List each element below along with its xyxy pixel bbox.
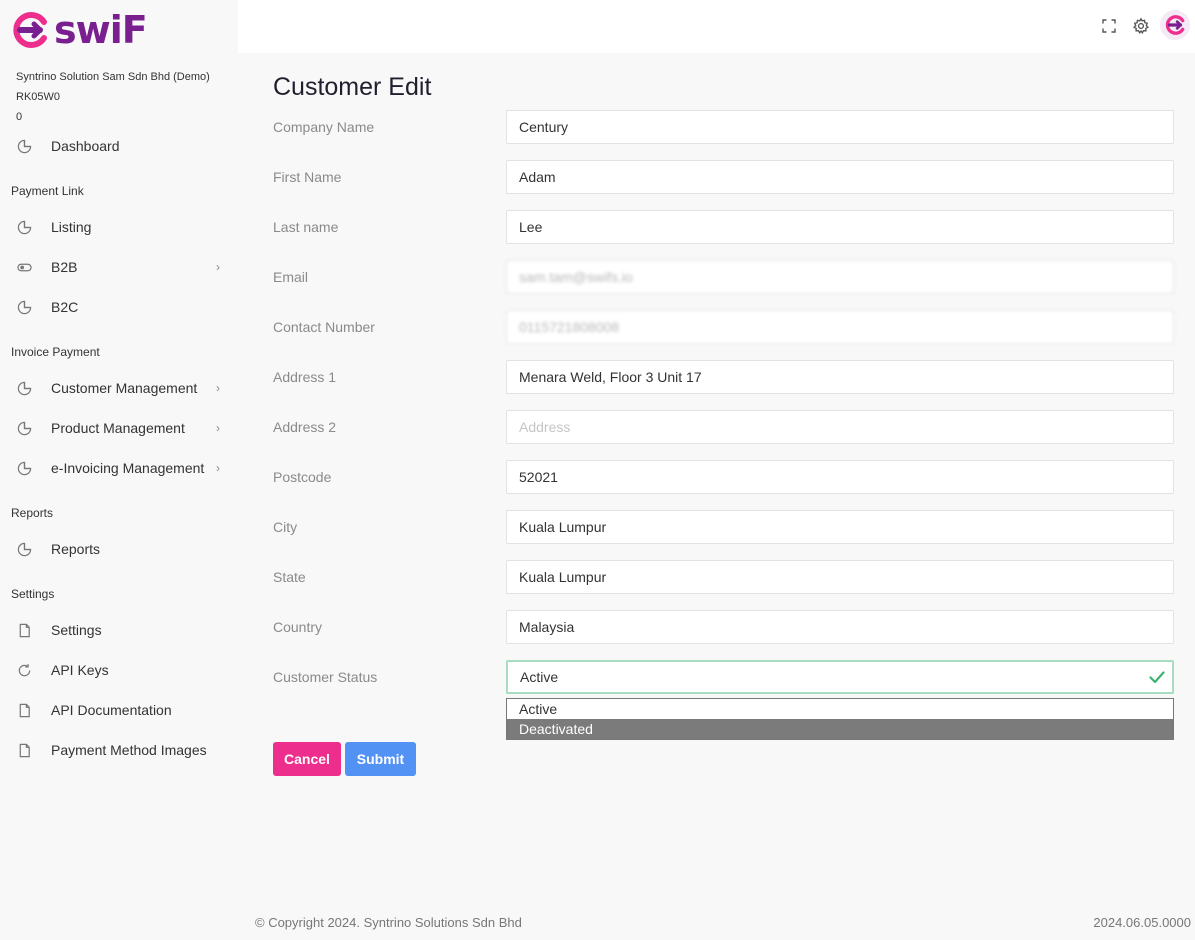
sidebar-item-payment-method-images[interactable]: Payment Method Images	[0, 730, 238, 770]
first-name-label: First Name	[273, 169, 342, 185]
contact-number-input[interactable]	[506, 310, 1174, 344]
address2-input[interactable]	[506, 410, 1174, 444]
sidebar-item-api-docs[interactable]: API Documentation	[0, 690, 238, 730]
sidebar-item-listing[interactable]: Listing	[0, 207, 238, 247]
pie-chart-icon	[16, 420, 32, 436]
email-input[interactable]	[506, 260, 1174, 294]
pie-chart-icon	[16, 299, 32, 315]
org-balance: 0	[16, 111, 23, 123]
customer-status-dropdown: Active Deactivated	[506, 698, 1174, 740]
status-option-deactivated[interactable]: Deactivated	[507, 719, 1173, 739]
chevron-right-icon: ›	[216, 260, 220, 274]
postcode-label: Postcode	[273, 469, 332, 485]
check-icon	[1148, 668, 1166, 689]
address2-label: Address 2	[273, 419, 337, 435]
sidebar-item-label: B2C	[51, 299, 79, 315]
sidebar-item-label: B2B	[51, 259, 78, 275]
chevron-right-icon: ›	[216, 461, 220, 475]
brand-logo[interactable]: swiF	[10, 8, 148, 52]
pie-chart-icon	[16, 541, 32, 557]
sidebar-item-label: API Keys	[51, 662, 109, 678]
sidebar-item-b2c[interactable]: B2C	[0, 287, 238, 327]
swif-logo-icon	[1165, 15, 1185, 35]
document-icon	[16, 622, 32, 638]
section-invoice-payment: Invoice Payment	[11, 345, 100, 359]
customer-status-value: Active	[520, 669, 559, 685]
sidebar-item-label: Listing	[51, 219, 92, 235]
footer-version: 2024.06.05.0000	[1093, 915, 1191, 930]
sidebar-item-label: e-Invoicing Management	[51, 460, 205, 476]
company-name-input[interactable]	[506, 110, 1174, 144]
customer-status-label: Customer Status	[273, 669, 378, 685]
sidebar-item-customer-management[interactable]: Customer Management ›	[0, 368, 238, 408]
cancel-button[interactable]: Cancel	[273, 742, 341, 776]
org-code: RK05W0	[16, 91, 61, 103]
email-label: Email	[273, 269, 309, 285]
contact-number-label: Contact Number	[273, 319, 375, 335]
pie-chart-icon	[16, 138, 32, 154]
document-icon	[16, 702, 32, 718]
state-input[interactable]	[506, 560, 1174, 594]
postcode-input[interactable]	[506, 460, 1174, 494]
status-option-active[interactable]: Active	[507, 699, 1173, 719]
last-name-label: Last name	[273, 219, 339, 235]
pie-chart-icon	[16, 380, 32, 396]
refresh-icon	[16, 662, 32, 678]
sidebar-item-reports[interactable]: Reports	[0, 529, 238, 569]
country-label: Country	[273, 619, 323, 635]
sidebar-item-label: API Documentation	[51, 702, 172, 718]
last-name-input[interactable]	[506, 210, 1174, 244]
sidebar-item-label: Dashboard	[51, 138, 120, 154]
company-name-label: Company Name	[273, 119, 375, 135]
brand-name: swiF	[54, 8, 148, 52]
country-input[interactable]	[506, 610, 1174, 644]
pie-chart-icon	[16, 219, 32, 235]
sidebar-item-label: Product Management	[51, 420, 185, 436]
footer-copyright: © Copyright 2024. Syntrino Solutions Sdn…	[255, 915, 522, 930]
sidebar-item-label: Settings	[51, 622, 102, 638]
city-label: City	[273, 519, 298, 535]
toggle-icon	[16, 259, 32, 275]
swif-logo-icon	[13, 12, 47, 48]
sidebar: swiF Syntrino Solution Sam Sdn Bhd (Demo…	[0, 0, 238, 940]
state-label: State	[273, 569, 306, 585]
chevron-right-icon: ›	[216, 421, 220, 435]
sidebar-item-product-management[interactable]: Product Management ›	[0, 408, 238, 448]
page-title: Customer Edit	[273, 73, 432, 101]
section-reports: Reports	[11, 506, 54, 520]
top-bar	[238, 0, 1195, 53]
customer-status-select[interactable]: Active	[506, 660, 1174, 694]
org-company: Syntrino Solution Sam Sdn Bhd (Demo)	[16, 71, 210, 83]
address1-input[interactable]	[506, 360, 1174, 394]
city-input[interactable]	[506, 510, 1174, 544]
address1-label: Address 1	[273, 369, 337, 385]
chevron-right-icon: ›	[216, 381, 220, 395]
sidebar-item-einvoicing[interactable]: e-Invoicing Management ›	[0, 448, 238, 488]
user-avatar[interactable]	[1160, 10, 1190, 40]
sidebar-item-label: Payment Method Images	[51, 742, 207, 758]
fullscreen-icon[interactable]	[1097, 14, 1121, 38]
sidebar-item-dashboard[interactable]: Dashboard	[0, 126, 238, 166]
sidebar-item-api-keys[interactable]: API Keys	[0, 650, 238, 690]
sidebar-item-settings[interactable]: Settings	[0, 610, 238, 650]
sidebar-item-label: Reports	[51, 541, 101, 557]
pie-chart-icon	[16, 460, 32, 476]
sidebar-item-label: Customer Management	[51, 380, 198, 396]
section-payment-link: Payment Link	[11, 184, 84, 198]
section-settings: Settings	[11, 587, 55, 601]
document-icon	[16, 742, 32, 758]
sidebar-item-b2b[interactable]: B2B ›	[0, 247, 238, 287]
submit-button[interactable]: Submit	[345, 742, 416, 776]
gear-icon[interactable]	[1129, 14, 1153, 38]
first-name-input[interactable]	[506, 160, 1174, 194]
